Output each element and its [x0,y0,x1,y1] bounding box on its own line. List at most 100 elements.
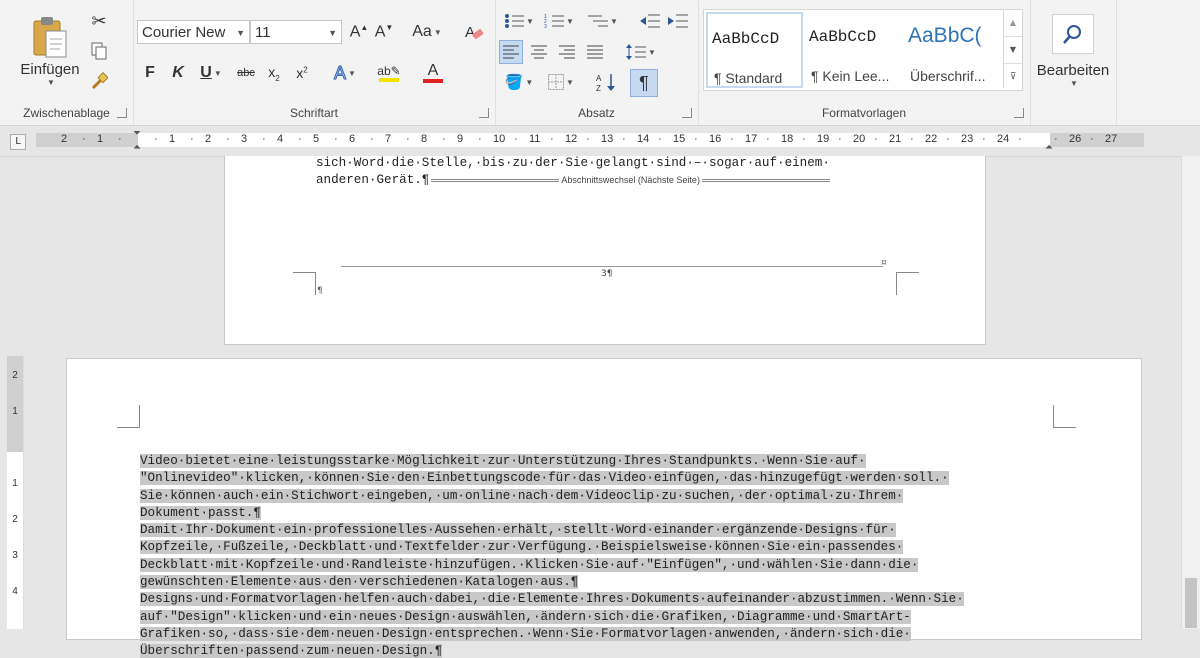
show-formatting-button[interactable]: ¶ [630,69,658,97]
chevron-down-icon[interactable]: ▼ [328,28,337,38]
svg-text:A: A [596,74,602,83]
copy-button[interactable] [88,40,110,62]
shrink-font-button[interactable]: A▼ [373,21,395,43]
ruler-tick-dot: · [334,133,338,145]
dialog-launcher-icon[interactable] [682,108,692,118]
paste-button[interactable]: Einfügen ▼ [14,6,86,96]
hanging-indent-marker[interactable]: ⏶ [133,142,141,153]
superscript-button[interactable]: x2 [291,62,313,84]
paragraph-group: ▼ 1 2 3 ▼ ▼ ▼ 🪣 ▼ ▼ A Z ¶ Absatz [495,0,699,125]
style-no-spacing[interactable]: AaBbCcD ¶ Kein Lee... [805,12,902,86]
copy-icon [91,42,107,60]
gallery-up-icon[interactable]: ▲ [1004,10,1022,37]
right-indent-marker[interactable]: ⏶ [1045,142,1053,153]
page-4[interactable]: Video·bietet·eine·leistungsstarke·Möglic… [66,358,1142,658]
borders-button[interactable]: ▼ [541,70,581,94]
paste-label: Einfügen [20,61,80,78]
bullets-button[interactable]: ▼ [501,10,537,32]
dialog-launcher-icon[interactable] [479,108,489,118]
text-effects-button[interactable]: A ▼ [329,62,361,84]
ruler-tick-label: 14 [637,133,650,145]
font-size-combo[interactable]: 11 ▼ [250,20,342,44]
first-line-indent-marker[interactable]: ⏷ [133,128,141,139]
body-text[interactable]: Video·bietet·eine·leistungsstarke·Möglic… [140,449,964,658]
justify-icon [587,45,603,59]
decrease-indent-button[interactable] [639,10,661,32]
search-icon [1063,25,1081,44]
horizontal-ruler[interactable]: 2 · 1 · · 1 · 2 · 3 · 4 · 5 · 6 · 7 · 8 · 9 · 10 · 11 · 12 · 13 · 14 · 15… [0,126,1200,157]
grow-font-button[interactable]: A▲ [348,21,370,43]
ruler-tick-label: 2 [205,133,212,145]
font-color-button[interactable]: A [415,60,451,86]
ruler-tick-dot: · [586,133,590,145]
text-line[interactable]: sich·Word·die·Stelle,·bis·zu·der·Sie·gel… [316,156,830,170]
gallery-down-icon[interactable]: ▼ [1004,37,1022,64]
sort-icon: AZ [596,74,615,92]
chevron-down-icon: ▼ [213,68,222,78]
numbering-button[interactable]: 1 2 3 ▼ [541,10,577,32]
style-standard[interactable]: AaBbCcD ¶ Standard [706,12,803,88]
text-line[interactable]: anderen·Gerät.¶ [316,173,429,187]
justify-button[interactable] [584,41,606,63]
italic-button[interactable]: K [167,62,189,84]
clipboard-group-label: Zwischenablage [23,106,110,120]
cut-button[interactable]: ✂ [88,10,110,32]
align-center-button[interactable] [528,41,550,63]
text-line[interactable]: Überschriften·passend·zum·neuen·Design.¶ [140,644,443,658]
increase-indent-button[interactable] [667,10,689,32]
change-case-button[interactable]: Aa ▼ [409,21,445,43]
chevron-down-icon: ▼ [525,77,534,87]
clear-formatting-button[interactable]: A [463,21,485,43]
strikethrough-button[interactable]: abc [235,62,257,84]
subscript-button[interactable]: x2 [263,62,285,84]
align-left-button[interactable] [499,40,523,64]
editing-group: Bearbeiten ▼ [1030,0,1117,125]
chevron-down-icon[interactable]: ▼ [236,28,245,38]
footer-page-number[interactable]: 3¶ [601,269,612,279]
ruler-tick-dot: · [802,133,806,145]
vertical-ruler-tick-label: 4 [12,586,18,597]
vertical-scrollbar[interactable] [1181,156,1200,629]
dialog-launcher-icon[interactable] [117,108,127,118]
bold-button[interactable]: F [139,62,161,84]
shading-button[interactable]: 🪣 ▼ [499,70,539,94]
dialog-launcher-icon[interactable] [1014,108,1024,118]
underline-button[interactable]: U ▼ [195,62,227,84]
ruler-tick-label: 2 [61,133,68,145]
ruler-left-margin [36,133,138,147]
svg-text:3: 3 [544,24,547,29]
highlight-color-button[interactable]: ab✎ [371,60,407,86]
ruler-tick-dot: · [766,133,770,145]
font-group-label: Schriftart [289,106,338,120]
ribbon: Einfügen ▼ ✂ Zwischenablage Courier New … [0,0,1200,126]
superscript-icon: x2 [296,65,308,81]
ruler-tick-dot: · [154,133,158,145]
page-3[interactable]: sich·Word·die·Stelle,·bis·zu·der·Sie·gel… [224,156,986,345]
ruler-tick-label: 8 [421,133,428,145]
sort-button[interactable]: AZ [595,71,617,93]
scrollbar-thumb[interactable] [1185,578,1197,628]
align-right-icon [559,45,575,59]
format-painter-button[interactable] [88,70,110,92]
section-break-line[interactable]: anderen·Gerät.¶ Abschnittswechsel (Nächs… [316,173,830,187]
ruler-tick-label: 16 [709,133,722,145]
section-break-label: Abschnittswechsel (Nächste Seite) [561,175,700,185]
style-heading[interactable]: AaBbC( Überschrif... [904,12,1001,86]
chevron-down-icon: ▼ [433,27,442,37]
gallery-more-icon[interactable]: ⊽ [1004,64,1022,90]
editing-button[interactable]: Bearbeiten ▼ [1034,6,1112,96]
ruler-tick-label: 19 [817,133,830,145]
grow-font-icon: A▲ [349,22,369,41]
ruler-tick-label: 20 [853,133,866,145]
ruler-tick-dot: · [82,133,86,145]
line-spacing-button[interactable]: ▼ [621,41,661,63]
crop-mark [1053,405,1076,428]
tab-selector[interactable]: L [10,134,26,150]
chevron-down-icon: ▼ [648,47,656,57]
font-name-combo[interactable]: Courier New ▼ [137,20,250,44]
line-spacing-icon [626,44,647,60]
align-right-button[interactable] [556,41,578,63]
multilevel-list-button[interactable]: ▼ [583,10,623,32]
vertical-ruler-tick-label: 2 [12,370,18,381]
italic-icon: K [172,64,184,81]
